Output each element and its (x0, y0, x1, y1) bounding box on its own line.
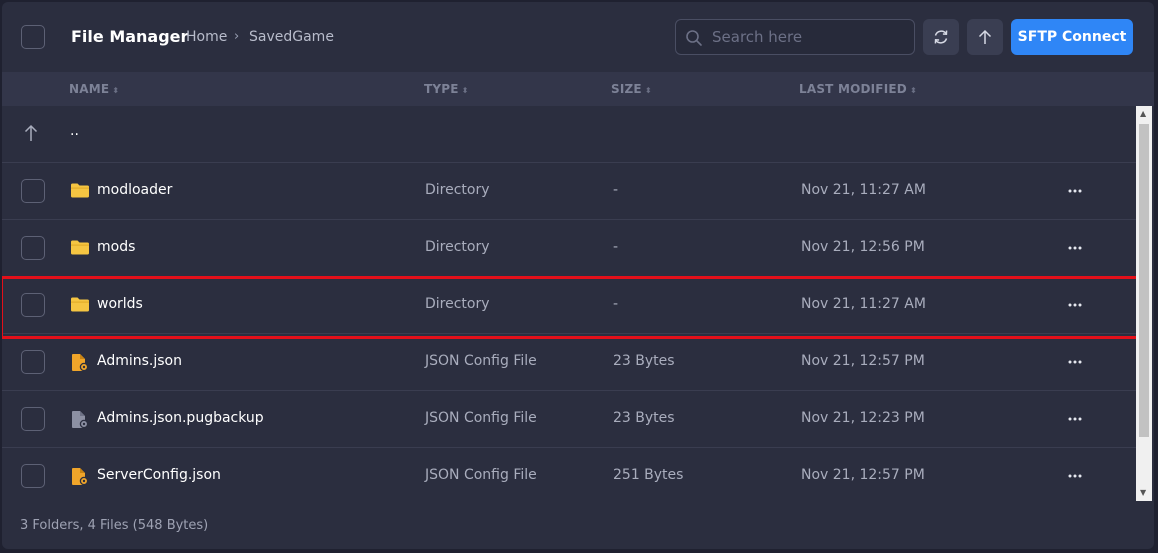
folder-icon (71, 183, 89, 198)
file-name[interactable]: Admins.json (97, 353, 182, 369)
breadcrumb-savedgame[interactable]: SavedGame (249, 29, 334, 45)
footer-summary: 3 Folders, 4 Files (548 Bytes) (20, 518, 209, 533)
row-checkbox[interactable] (21, 407, 45, 431)
table-row[interactable]: Admins.json JSON Config File 23 Bytes No… (2, 334, 1136, 391)
select-all-checkbox[interactable] (21, 25, 45, 49)
file-type: Directory (425, 182, 490, 198)
file-type: Directory (425, 296, 490, 312)
file-modified: Nov 21, 12:56 PM (801, 239, 925, 255)
more-options-icon[interactable] (1066, 464, 1084, 488)
file-name[interactable]: modloader (97, 182, 172, 198)
row-checkbox[interactable] (21, 236, 45, 260)
vertical-scrollbar[interactable]: ▲ ▼ (1136, 106, 1152, 501)
sort-icon: ⬍ (644, 86, 652, 95)
column-header-row: NAME ⬍ TYPE ⬍ SIZE ⬍ LAST MODIFIED ⬍ (2, 72, 1154, 106)
file-list: .. modloader Directory - Nov 21, 11:27 A… (2, 106, 1142, 501)
more-options-icon[interactable] (1066, 179, 1084, 203)
file-size: 23 Bytes (613, 410, 675, 426)
file-name[interactable]: ServerConfig.json (97, 467, 221, 483)
file-name[interactable]: Admins.json.pugbackup (97, 410, 264, 426)
scrollbar-thumb[interactable] (1139, 124, 1149, 437)
scroll-up-arrow-icon[interactable]: ▲ (1140, 109, 1146, 118)
file-modified: Nov 21, 11:27 AM (801, 296, 926, 312)
upload-button[interactable] (967, 19, 1003, 55)
file-size: 251 Bytes (613, 467, 684, 483)
file-type: JSON Config File (425, 353, 537, 369)
search-input[interactable] (712, 20, 908, 54)
sort-icon: ⬍ (112, 86, 120, 95)
refresh-icon (934, 30, 948, 44)
table-row[interactable]: ServerConfig.json JSON Config File 251 B… (2, 448, 1136, 505)
file-name[interactable]: mods (97, 239, 135, 255)
folder-icon (71, 297, 89, 312)
row-checkbox[interactable] (21, 464, 45, 488)
breadcrumb-home[interactable]: Home (186, 29, 227, 45)
file-modified: Nov 21, 11:27 AM (801, 182, 926, 198)
parent-directory-label: .. (70, 123, 79, 139)
refresh-button[interactable] (923, 19, 959, 55)
config-file-icon (72, 354, 89, 372)
file-modified: Nov 21, 12:23 PM (801, 410, 925, 426)
sort-icon: ⬍ (909, 86, 917, 95)
parent-directory-row[interactable]: .. (2, 106, 1136, 163)
file-size: - (613, 182, 619, 198)
table-row[interactable]: mods Directory - Nov 21, 12:56 PM (2, 220, 1136, 277)
arrow-up-icon (24, 124, 38, 141)
column-type[interactable]: TYPE ⬍ (424, 82, 469, 96)
file-type: Directory (425, 239, 490, 255)
row-checkbox[interactable] (21, 350, 45, 374)
search-icon (686, 30, 702, 46)
file-name[interactable]: worlds (97, 296, 143, 312)
column-name[interactable]: NAME ⬍ (69, 82, 119, 96)
scroll-down-arrow-icon[interactable]: ▼ (1140, 488, 1146, 497)
file-size: - (613, 239, 619, 255)
page-title: File Manager (71, 27, 189, 46)
file-size: - (613, 296, 619, 312)
chevron-right-icon: › (234, 29, 240, 44)
sort-icon: ⬍ (461, 86, 469, 95)
file-type: JSON Config File (425, 410, 537, 426)
arrow-up-icon (978, 29, 992, 44)
more-options-icon[interactable] (1066, 293, 1084, 317)
column-size[interactable]: SIZE ⬍ (611, 82, 652, 96)
more-options-icon[interactable] (1066, 350, 1084, 374)
table-row[interactable]: Admins.json.pugbackup JSON Config File 2… (2, 391, 1136, 448)
file-type: JSON Config File (425, 467, 537, 483)
sftp-connect-button[interactable]: SFTP Connect (1011, 19, 1133, 55)
row-checkbox[interactable] (21, 179, 45, 203)
folder-icon (71, 240, 89, 255)
config-file-icon (72, 468, 89, 486)
column-last-modified[interactable]: LAST MODIFIED ⬍ (799, 82, 917, 96)
header: File Manager Home › SavedGame Search her… (2, 2, 1154, 72)
file-modified: Nov 21, 12:57 PM (801, 467, 925, 483)
file-manager-panel: File Manager Home › SavedGame Search her… (2, 2, 1154, 549)
more-options-icon[interactable] (1066, 407, 1084, 431)
table-row-highlighted[interactable]: worlds Directory - Nov 21, 11:27 AM (2, 276, 1142, 339)
more-options-icon[interactable] (1066, 236, 1084, 260)
file-modified: Nov 21, 12:57 PM (801, 353, 925, 369)
file-size: 23 Bytes (613, 353, 675, 369)
table-row[interactable]: modloader Directory - Nov 21, 11:27 AM (2, 163, 1136, 220)
backup-file-icon (72, 411, 89, 429)
search-box[interactable] (675, 19, 915, 55)
row-checkbox[interactable] (21, 293, 45, 317)
